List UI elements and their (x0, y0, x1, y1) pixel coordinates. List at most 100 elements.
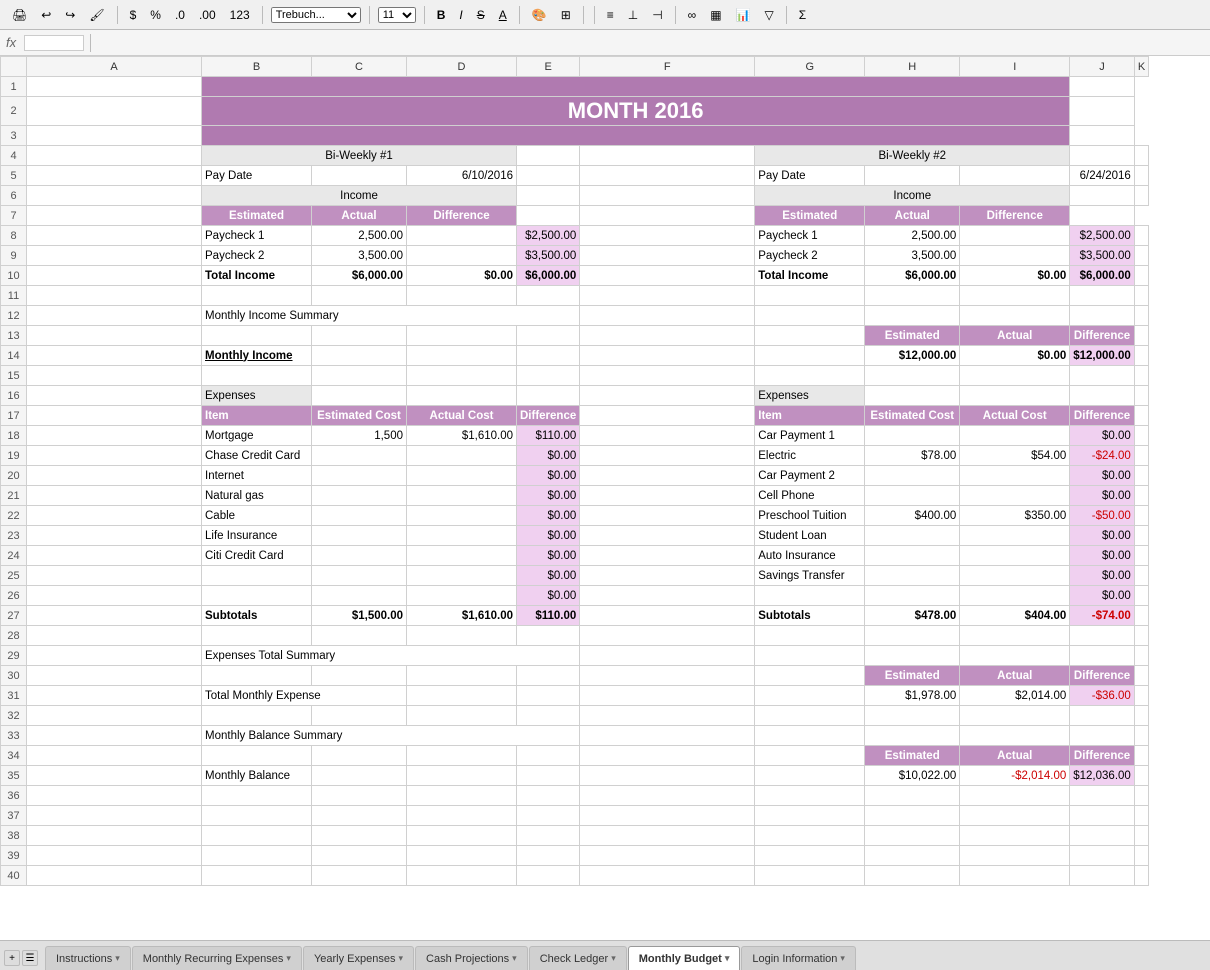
align-center-icon[interactable]: ⊥ (624, 6, 642, 24)
biweekly1-header: Bi-Weekly #1 (202, 146, 517, 166)
tab-monthly-recurring[interactable]: Monthly Recurring Expenses ▾ (132, 946, 302, 970)
row-1[interactable]: 1 (1, 77, 27, 97)
col-header-f[interactable]: F (580, 57, 755, 77)
col-header-c[interactable]: C (312, 57, 407, 77)
tab-monthly-budget-arrow: ▾ (725, 953, 730, 964)
pay-date-label-1: Pay Date (202, 166, 312, 186)
strikethrough-button[interactable]: S (473, 6, 489, 24)
monthly-income-actual: $0.00 (960, 346, 1070, 366)
total-income-diff-2: $6,000.00 (1070, 266, 1135, 286)
tab-cash[interactable]: Cash Projections ▾ (415, 946, 528, 970)
percent-icon[interactable]: % (146, 6, 165, 24)
tab-instructions-arrow: ▾ (115, 953, 120, 964)
row-6[interactable]: 6 (1, 186, 27, 206)
table-row: 25 $0.00 Savings Transfer $0.00 (1, 566, 1149, 586)
chase-label: Chase Credit Card (202, 446, 312, 466)
currency-icon[interactable]: $ (126, 6, 141, 24)
print-icon[interactable]: 🖨 (8, 6, 31, 24)
pay-date-label-2: Pay Date (755, 166, 865, 186)
col-header-j[interactable]: J (1070, 57, 1135, 77)
table-row: 28 (1, 626, 1149, 646)
mortgage-est: 1,500 (312, 426, 407, 446)
cell-reference[interactable] (24, 35, 84, 51)
col-header-d[interactable]: D (407, 57, 517, 77)
align-left-icon[interactable]: ≡ (603, 6, 618, 24)
col-header-e[interactable]: E (517, 57, 580, 77)
spreadsheet: A B C D E F G H I J K 1 2 (0, 56, 1149, 886)
subtotals-label-2: Subtotals (755, 606, 865, 626)
electric-label: Electric (755, 446, 865, 466)
tab-check-ledger[interactable]: Check Ledger ▾ (529, 946, 627, 970)
subtotals-est-2: $478.00 (865, 606, 960, 626)
row-3[interactable]: 3 (1, 126, 27, 146)
monthly-diff-header: Difference (1070, 326, 1135, 346)
exp-total-est: $1,978.00 (865, 686, 960, 706)
chart-icon[interactable]: 📊 (732, 6, 755, 24)
paycheck2-diff-1: $3,500.00 (517, 246, 580, 266)
tab-monthly-budget[interactable]: Monthly Budget ▾ (628, 946, 741, 970)
number-format-icon[interactable]: 123 (226, 6, 254, 24)
highlight-icon[interactable]: 🎨 (528, 6, 551, 24)
monthly-balance-summary-label: Monthly Balance Summary (202, 726, 580, 746)
carpay1-label: Car Payment 1 (755, 426, 865, 446)
subtotals-label-1: Subtotals (202, 606, 312, 626)
row-5[interactable]: 5 (1, 166, 27, 186)
tab-instructions[interactable]: Instructions ▾ (45, 946, 131, 970)
row-8[interactable]: 8 (1, 226, 27, 246)
table-row: 24 Citi Credit Card $0.00 Auto Insurance… (1, 546, 1149, 566)
paycheck1-est-2: 2,500.00 (865, 226, 960, 246)
tab-cash-label: Cash Projections (426, 953, 509, 965)
table-row: 17 Item Estimated Cost Actual Cost Diffe… (1, 406, 1149, 426)
decimal2-icon[interactable]: .00 (195, 6, 220, 24)
row-4[interactable]: 4 (1, 146, 27, 166)
sum-icon[interactable]: Σ (795, 6, 810, 24)
row-2[interactable]: 2 (1, 97, 27, 126)
exp-est-1: Estimated Cost (312, 406, 407, 426)
exp-total-diff: -$36.00 (1070, 686, 1135, 706)
redo-icon[interactable]: ↪ (61, 6, 79, 24)
formula-input[interactable] (97, 36, 1204, 50)
diff-header-2: Difference (960, 206, 1070, 226)
borders-icon[interactable]: ⊞ (557, 6, 575, 24)
align-right-icon[interactable]: ⊣ (648, 6, 666, 24)
add-sheet-button[interactable]: + (4, 950, 20, 966)
table-row: 21 Natural gas $0.00 Cell Phone $0.00 (1, 486, 1149, 506)
col-header-h[interactable]: H (865, 57, 960, 77)
sheet-list-button[interactable]: ☰ (22, 950, 38, 966)
filter-icon[interactable]: ▽ (761, 6, 778, 24)
col-header-b[interactable]: B (202, 57, 312, 77)
table-row: 20 Internet $0.00 Car Payment 2 $0.00 (1, 466, 1149, 486)
exp-item-1: Item (202, 406, 312, 426)
row-10[interactable]: 10 (1, 266, 27, 286)
chase-diff: $0.00 (517, 446, 580, 466)
format-painter-icon[interactable]: 🖌 (85, 6, 108, 24)
row-7[interactable]: 7 (1, 206, 27, 226)
font-size-select[interactable]: 11 (378, 7, 416, 23)
link-icon[interactable]: ∞ (684, 6, 701, 24)
decimal1-icon[interactable]: .0 (171, 6, 189, 24)
exp-total-actual: $2,014.00 (960, 686, 1070, 706)
tab-login[interactable]: Login Information ▾ (741, 946, 856, 970)
bold-button[interactable]: B (433, 6, 450, 24)
balance-est: $10,022.00 (865, 766, 960, 786)
row-9[interactable]: 9 (1, 246, 27, 266)
comment-icon[interactable]: ▦ (706, 6, 725, 24)
tab-cash-arrow: ▾ (512, 953, 517, 964)
sheet-wrapper[interactable]: A B C D E F G H I J K 1 2 (0, 56, 1210, 940)
electric-actual: $54.00 (960, 446, 1070, 466)
subtotals-actual-2: $404.00 (960, 606, 1070, 626)
diff-header-1: Difference (407, 206, 517, 226)
tab-yearly[interactable]: Yearly Expenses ▾ (303, 946, 414, 970)
expenses-label-1: Expenses (202, 386, 312, 406)
total-income-actual-1: $0.00 (407, 266, 517, 286)
carpay1-diff: $0.00 (1070, 426, 1135, 446)
undo-icon[interactable]: ↩ (37, 6, 55, 24)
col-header-g[interactable]: G (755, 57, 865, 77)
underline-button[interactable]: A (495, 6, 511, 24)
table-row: 29 Expenses Total Summary (1, 646, 1149, 666)
col-header-a[interactable]: A (27, 57, 202, 77)
font-select[interactable]: Trebuch... (271, 7, 361, 23)
col-header-k[interactable]: K (1134, 57, 1148, 77)
col-header-i[interactable]: I (960, 57, 1070, 77)
italic-button[interactable]: I (455, 6, 466, 24)
